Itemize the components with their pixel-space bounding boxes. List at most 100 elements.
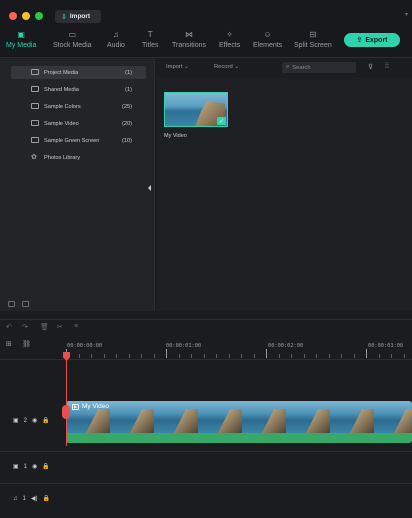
- filter-icon[interactable]: ⊽: [368, 63, 373, 71]
- undo-icon[interactable]: ↶: [6, 323, 12, 331]
- lock-icon[interactable]: 🔒: [42, 417, 49, 424]
- track-header-video-2: ▣ 2 ◉ 🔒: [0, 417, 64, 425]
- tab-effects[interactable]: ✧ Effects: [219, 30, 240, 49]
- folder-sample-colors[interactable]: Sample Colors (25): [11, 100, 146, 113]
- lock-icon[interactable]: 🔒: [42, 495, 49, 502]
- tab-titles[interactable]: T Titles: [142, 30, 158, 49]
- tab-audio[interactable]: ♫ Audio: [107, 30, 125, 49]
- minimize-window-button[interactable]: [22, 12, 30, 20]
- transitions-icon: ⋈: [184, 30, 193, 39]
- search-input[interactable]: ⌕ Search: [282, 62, 356, 73]
- folder-project-media[interactable]: Project Media (1): [11, 66, 146, 79]
- redo-icon[interactable]: ↷: [22, 323, 28, 331]
- folder-label: Sample Video: [44, 120, 79, 127]
- tab-my-media[interactable]: ▣ My Media: [6, 30, 36, 49]
- adjust-icon[interactable]: ≡: [74, 323, 78, 330]
- tab-transitions[interactable]: ⋈ Transitions: [172, 30, 206, 49]
- playhead-trim-handle[interactable]: [62, 405, 70, 419]
- folder-sample-video[interactable]: Sample Video (20): [11, 117, 146, 130]
- tab-elements[interactable]: ☺ Elements: [253, 30, 282, 49]
- tab-split-screen[interactable]: ⊟ Split Screen: [294, 30, 332, 49]
- ruler-tick: [116, 354, 117, 358]
- ruler-tick: [166, 349, 167, 358]
- eye-icon[interactable]: ◉: [32, 417, 37, 424]
- import-button[interactable]: ⇩ Import: [55, 10, 101, 23]
- tab-label: Elements: [253, 42, 283, 49]
- folder-photos-library[interactable]: ✿ Photos Library: [11, 151, 146, 164]
- timecode-label: 00:00:02:00: [268, 343, 304, 349]
- track-divider: [0, 483, 412, 484]
- grid-view-icon[interactable]: ⁞⁞: [385, 63, 389, 70]
- folder-count: (10): [122, 137, 132, 144]
- ruler-tick: [203, 354, 205, 358]
- clip-frame: [330, 401, 374, 433]
- video-clip[interactable]: ▶ My Video: [66, 401, 412, 443]
- tab-stock-media[interactable]: ▭ Stock Media: [53, 30, 92, 49]
- delete-icon[interactable]: 🗑: [40, 323, 49, 331]
- ruler-tick: [241, 354, 242, 358]
- lock-icon[interactable]: 🔒: [42, 463, 49, 470]
- clip-icon: ▶: [72, 403, 79, 410]
- clip-frame: [154, 401, 198, 433]
- collapse-panel-icon[interactable]: [148, 185, 151, 191]
- import-icon: ⇩: [61, 13, 67, 21]
- folder-icon: [31, 120, 39, 126]
- photos-icon: ✿: [31, 154, 37, 161]
- folder-count: (1): [125, 69, 132, 76]
- export-button[interactable]: ⇪ Export: [344, 33, 400, 47]
- frame-image: [262, 409, 286, 433]
- video-track-icon: ▣: [13, 464, 19, 470]
- folder-count: (1): [125, 86, 132, 93]
- stock-media-icon: ▭: [68, 30, 77, 39]
- export-button-label: Export: [365, 36, 388, 44]
- new-folder-icon[interactable]: [8, 301, 15, 307]
- ruler-tick: [328, 354, 330, 358]
- media-thumbnail[interactable]: ✓: [164, 92, 228, 127]
- video-track-icon: ▣: [13, 418, 19, 424]
- timecode-label: 00:00:00:00: [67, 343, 103, 349]
- import-dropdown[interactable]: Import ⌄: [166, 64, 189, 70]
- close-window-button[interactable]: [9, 12, 17, 20]
- timeline-ruler[interactable]: ⊞ ⛓ 00:00:00:00 00:00:01:00 00:00:02:00 …: [0, 336, 412, 360]
- cut-icon[interactable]: ✂: [57, 323, 63, 331]
- clip-title: ▶ My Video: [72, 403, 109, 410]
- ruler-tick: [178, 354, 180, 358]
- ruler-tick: [128, 354, 130, 358]
- elements-icon: ☺: [263, 30, 272, 39]
- folder-shared-media[interactable]: Shared Media (1): [11, 83, 146, 96]
- folder-icon: [31, 137, 39, 143]
- timeline-tracks: ▣ 2 ◉ 🔒 ▣ 1 ◉ 🔒 ♫ 1 ◀) 🔒 ▶ My Video: [0, 361, 412, 518]
- speaker-icon[interactable]: ◀): [31, 495, 38, 502]
- media-library: Import ⌄ Record ⌄ ⌕ Search ⊽ ⁞⁞ ✓ My Vid…: [156, 59, 412, 311]
- ruler-tick: [316, 354, 317, 358]
- ruler-tick: [291, 354, 292, 358]
- tab-label: Stock Media: [53, 42, 92, 49]
- ruler-tick: [141, 354, 142, 358]
- track-number: 2: [23, 417, 28, 424]
- maximize-window-button[interactable]: [35, 12, 43, 20]
- track-number: 1: [23, 463, 28, 470]
- playhead[interactable]: [66, 351, 67, 446]
- timecode-label: 00:00:01:00: [166, 343, 202, 349]
- eye-icon[interactable]: ◉: [32, 463, 37, 470]
- frame-image: [350, 409, 374, 433]
- folder-count: (20): [122, 120, 132, 127]
- folder-label: Shared Media: [44, 86, 79, 93]
- frame-image: [306, 409, 330, 433]
- track-divider: [0, 451, 412, 452]
- search-icon: ⌕: [286, 64, 290, 70]
- folder-label: Sample Green Screen: [44, 137, 100, 144]
- folder-sample-green-screen[interactable]: Sample Green Screen (10): [11, 134, 146, 147]
- ruler-tick: [303, 354, 305, 358]
- media-item-label: My Video: [164, 133, 187, 139]
- folder-panel-footer: [0, 297, 155, 311]
- ruler-tick: [253, 354, 255, 358]
- record-dropdown[interactable]: Record ⌄: [214, 64, 239, 70]
- add-track-icon[interactable]: ⊞: [6, 340, 12, 348]
- tab-label: Titles: [142, 42, 159, 49]
- ruler-tick: [341, 354, 342, 358]
- folder-count: (25): [122, 103, 132, 110]
- link-icon[interactable]: ⛓: [22, 340, 31, 348]
- folder-icon[interactable]: [22, 301, 29, 307]
- track-header-video-1: ▣ 1 ◉ 🔒: [0, 463, 64, 471]
